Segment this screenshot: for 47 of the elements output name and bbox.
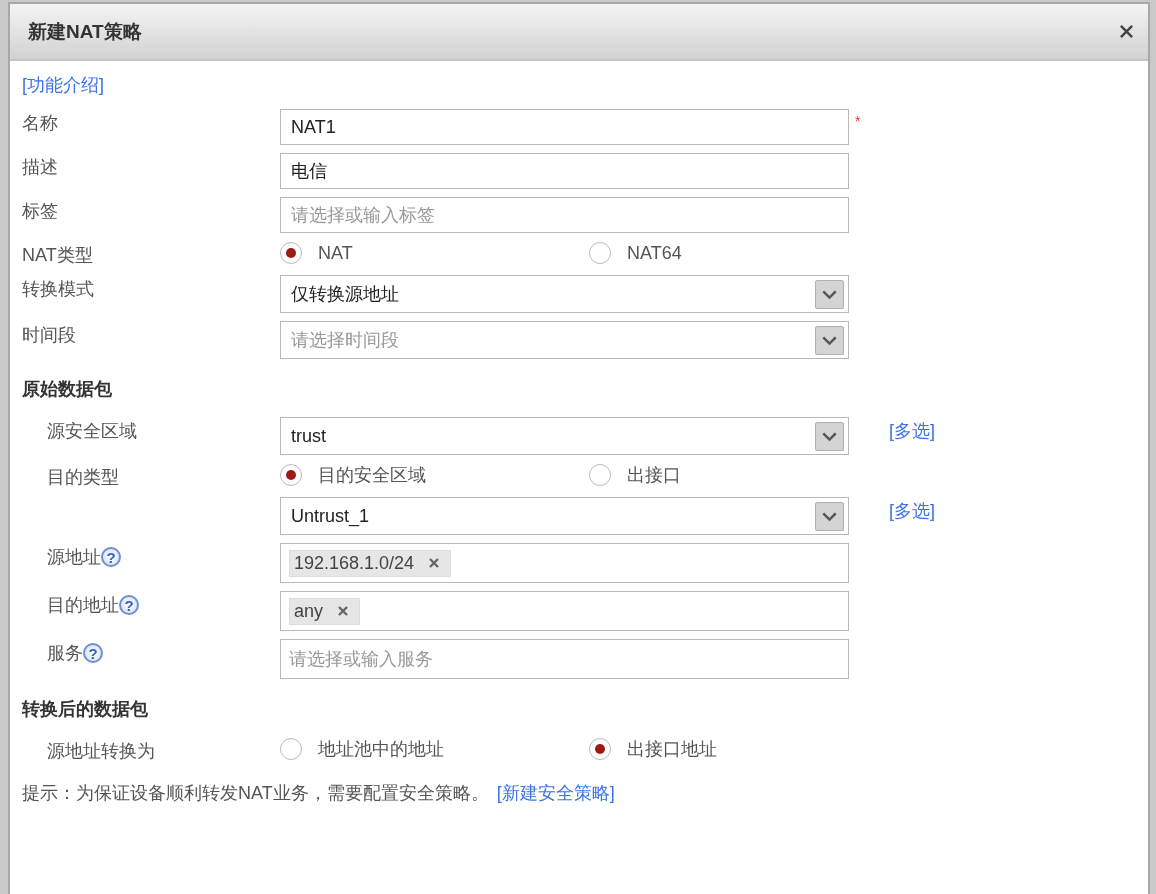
field-label: 目的类型: [47, 466, 119, 489]
remove-icon[interactable]: [428, 557, 441, 569]
required-mark: *: [855, 113, 861, 129]
tag-input-field[interactable]: any: [280, 591, 849, 631]
new-security-policy-link[interactable]: [新建安全策略]: [496, 781, 615, 805]
text-field[interactable]: NAT1: [280, 109, 849, 145]
address-tag: any: [289, 597, 361, 625]
chevron-down-icon: [815, 279, 844, 309]
field-label: 名称: [22, 112, 58, 135]
chevron-down-icon: [815, 325, 844, 355]
text-field[interactable]: 请选择或输入标签: [280, 197, 849, 233]
radio-option[interactable]: 目的安全区域: [280, 463, 589, 487]
field-label: 描述: [22, 156, 58, 179]
section-heading: 原始数据包: [22, 378, 113, 401]
chevron-down-icon: [815, 501, 844, 531]
dropdown[interactable]: Untrust_1: [280, 497, 849, 535]
radio-option[interactable]: NAT: [280, 242, 589, 264]
radio-option[interactable]: 地址池中的地址: [280, 737, 589, 761]
feature-intro-link[interactable]: [功能介绍]: [22, 73, 104, 97]
field-label: 时间段: [22, 324, 76, 347]
field-label: 源安全区域: [47, 420, 137, 443]
text-field[interactable]: 电信: [280, 153, 849, 189]
radio-option[interactable]: 出接口地址: [589, 737, 898, 761]
multi-select-link[interactable]: [多选]: [889, 499, 935, 523]
tag-input-field[interactable]: 192.168.1.0/24: [280, 543, 849, 583]
dropdown[interactable]: trust: [280, 417, 849, 455]
window-title: 新建NAT策略: [28, 19, 142, 44]
radio-option[interactable]: NAT64: [589, 242, 898, 264]
section-heading: 转换后的数据包: [22, 698, 149, 721]
field-label: 转换模式: [22, 278, 94, 301]
chevron-down-icon: [815, 421, 844, 451]
hint-text: 提示：为保证设备顺利转发NAT业务，需要配置安全策略。: [22, 782, 489, 805]
help-icon[interactable]: ?: [83, 643, 103, 663]
field-label: 源地址转换为: [47, 740, 155, 763]
address-tag: 192.168.1.0/24: [289, 549, 452, 577]
dropdown[interactable]: 仅转换源地址: [280, 275, 849, 313]
help-icon[interactable]: ?: [101, 547, 121, 567]
field-label: 目的地址: [47, 594, 119, 617]
close-icon[interactable]: [1119, 24, 1134, 39]
field-label: NAT类型: [22, 244, 93, 267]
radio-option[interactable]: 出接口: [589, 463, 898, 487]
multi-select-link[interactable]: [多选]: [889, 419, 935, 443]
remove-icon[interactable]: [337, 605, 350, 617]
field-label: 服务: [47, 642, 83, 665]
field-label: 标签: [22, 200, 58, 223]
field-label: 源地址: [47, 546, 101, 569]
help-icon[interactable]: ?: [119, 595, 139, 615]
